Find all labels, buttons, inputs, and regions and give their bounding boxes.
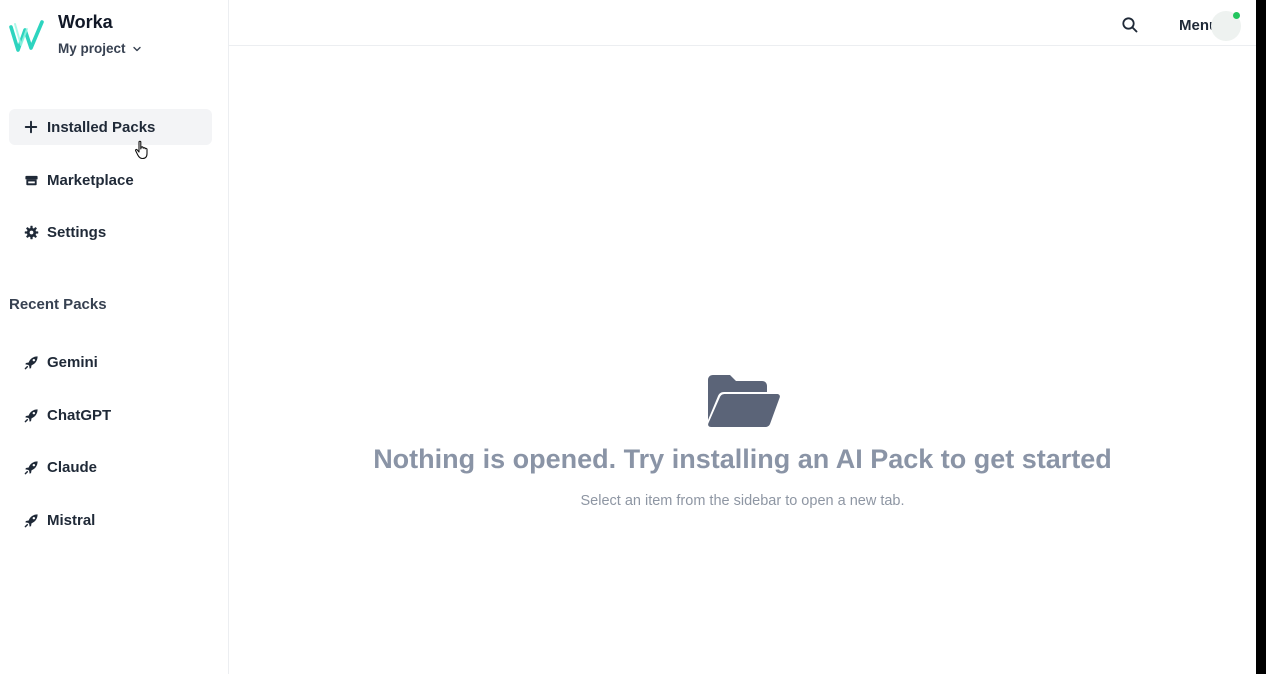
rocket-icon: [23, 459, 39, 475]
recent-pack-mistral[interactable]: Mistral: [9, 502, 212, 538]
project-selector[interactable]: My project: [58, 41, 142, 56]
recent-pack-gemini[interactable]: Gemini: [9, 344, 212, 380]
rocket-icon: [23, 407, 39, 423]
online-status-dot: [1233, 12, 1240, 19]
recent-pack-label: Mistral: [47, 511, 96, 529]
rocket-icon: [23, 354, 39, 370]
top-bar: Menu: [229, 0, 1256, 46]
gear-icon: [23, 224, 39, 240]
nav-settings[interactable]: Settings: [9, 214, 212, 250]
store-icon: [23, 172, 39, 188]
rocket-icon: [23, 512, 39, 528]
worka-logo: [9, 20, 44, 52]
empty-state-subtitle: Select an item from the sidebar to open …: [580, 493, 905, 509]
nav-settings-label: Settings: [47, 223, 107, 241]
empty-state-title: Nothing is opened. Try installing an AI …: [373, 444, 1112, 474]
window-edge: [1256, 0, 1266, 674]
project-name: My project: [58, 41, 126, 56]
brand: Worka My project: [8, 12, 223, 62]
recent-packs-title: Recent Packs: [9, 296, 107, 313]
folder-open-icon: [707, 375, 780, 427]
recent-pack-label: Gemini: [47, 353, 98, 371]
nav-installed-packs-label: Installed Packs: [47, 118, 156, 136]
app-window: Worka My project Installed Packs Marketp…: [0, 0, 1256, 674]
chevron-down-icon: [132, 46, 141, 51]
brand-name: Worka: [58, 12, 113, 32]
search-icon[interactable]: [1120, 15, 1140, 35]
nav-installed-packs[interactable]: Installed Packs: [9, 109, 212, 145]
recent-pack-claude[interactable]: Claude: [9, 449, 212, 485]
recent-pack-label: ChatGPT: [47, 406, 112, 424]
nav-marketplace[interactable]: Marketplace: [9, 162, 212, 198]
nav-marketplace-label: Marketplace: [47, 171, 134, 189]
sidebar: Worka My project Installed Packs Marketp…: [0, 0, 229, 674]
recent-pack-label: Claude: [47, 458, 98, 476]
pointer-cursor-icon: [134, 140, 148, 160]
plus-icon: [23, 119, 39, 135]
recent-pack-chatgpt[interactable]: ChatGPT: [9, 397, 212, 433]
empty-state: Nothing is opened. Try installing an AI …: [229, 370, 1256, 509]
